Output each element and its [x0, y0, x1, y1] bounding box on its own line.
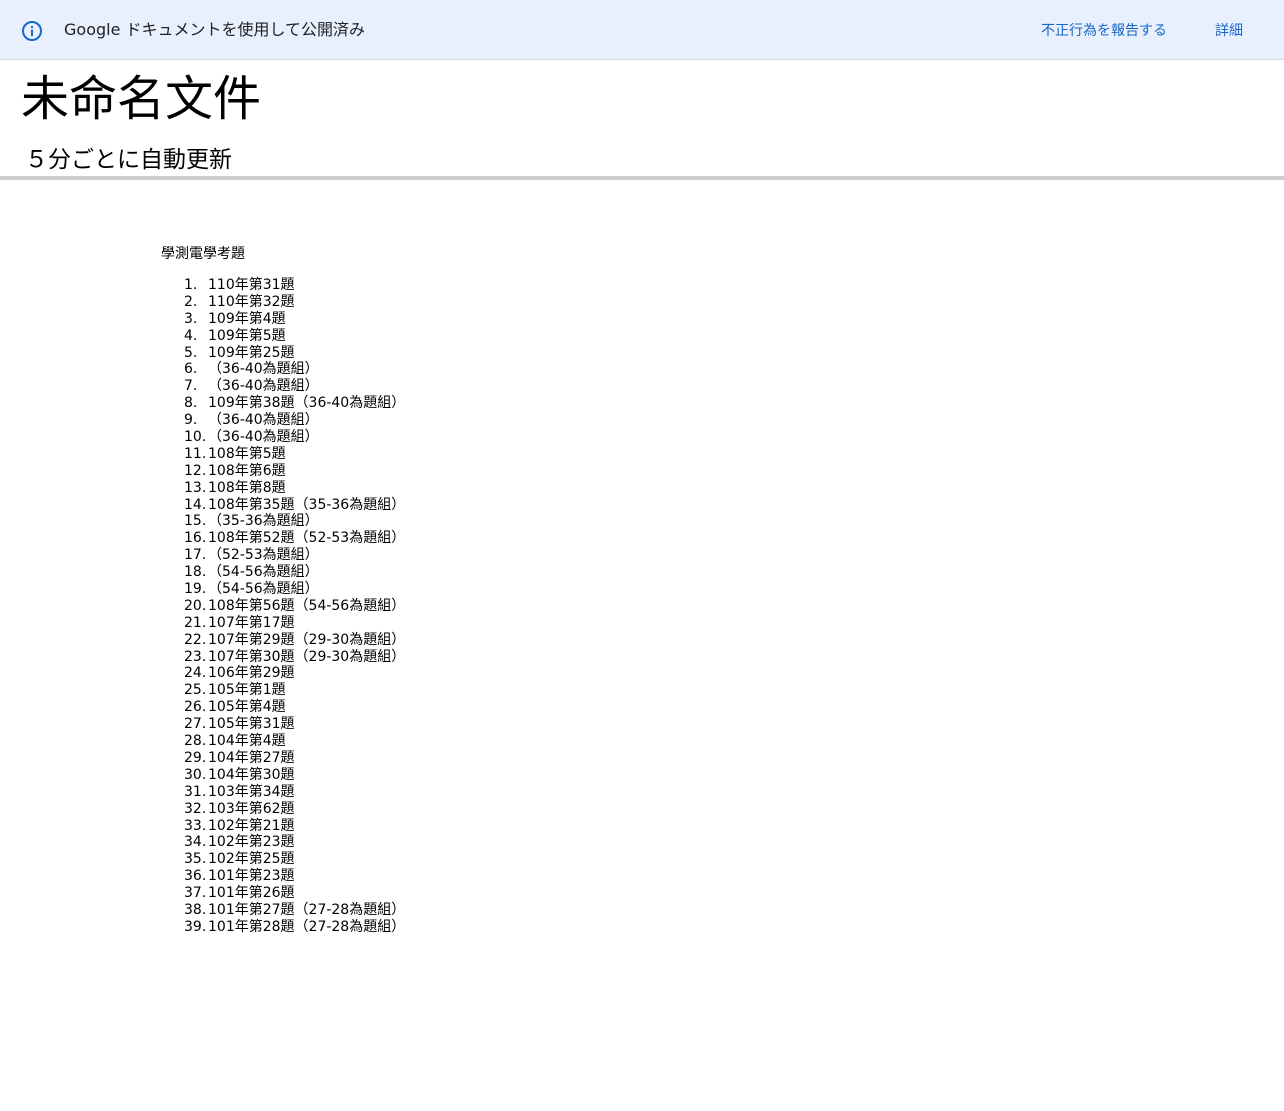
list-item-text: 109年第4題 — [208, 310, 286, 327]
list-item-number: 15. — [184, 513, 207, 530]
list-item-number: 18. — [184, 564, 207, 581]
list-item-text: 109年第38題（36-40為題組） — [208, 395, 406, 412]
header-divider — [0, 176, 1284, 180]
list-item-number: 7. — [184, 378, 198, 395]
list-item-number: 9. — [184, 412, 198, 429]
list-item-number: 24. — [184, 665, 207, 682]
list-item-number: 20. — [184, 597, 207, 614]
list-item-number: 12. — [184, 462, 207, 479]
list-item-text: 101年第23題 — [208, 868, 295, 885]
list-item-text: 106年第29題 — [208, 665, 295, 682]
list-item-text: （52-53為題組） — [208, 547, 319, 564]
list-item-number: 5. — [184, 344, 198, 361]
list-item-text: 110年第31題 — [208, 277, 295, 293]
list-item-number: 23. — [184, 648, 207, 665]
list-item-number: 13. — [184, 479, 207, 496]
list-item-number: 39. — [184, 918, 207, 935]
list-item-text: 103年第34題 — [208, 783, 295, 800]
list-item-number: 21. — [184, 614, 207, 631]
list-item-text: （36-40為題組） — [208, 378, 319, 395]
document-title: 未命名文件 — [21, 71, 262, 127]
list-item-number: 37. — [184, 885, 207, 902]
list-item-number: 1. — [184, 277, 198, 293]
published-notice: Google ドキュメントを使用して公開済み — [64, 20, 366, 39]
list-item-text: 103年第62題 — [208, 800, 295, 817]
list-item-text: 104年第4題 — [208, 733, 286, 750]
list-item-number: 16. — [184, 530, 207, 547]
list-item-text: 108年第52題（52-53為題組） — [208, 530, 406, 547]
list-item-number: 26. — [184, 699, 207, 716]
list-item-text: （54-56為題組） — [208, 581, 319, 598]
list-item-number: 35. — [184, 851, 207, 868]
list-item-number: 33. — [184, 817, 207, 834]
content-heading: 學測電學考題 — [161, 246, 245, 262]
list-item-text: 102年第25題 — [208, 851, 295, 868]
list-item-number: 31. — [184, 783, 207, 800]
list-item-text: 105年第31題 — [208, 716, 295, 733]
list-item-text: 108年第56題（54-56為題組） — [208, 597, 406, 614]
auto-update-notice: ５分ごとに自動更新 — [25, 147, 232, 173]
list-item-text: 105年第1題 — [208, 682, 286, 699]
list-item-text: 107年第17題 — [208, 614, 295, 631]
list-item-text: 102年第23題 — [208, 834, 295, 851]
list-item-text: 104年第27題 — [208, 749, 295, 766]
list-item-number: 32. — [184, 800, 207, 817]
list-item-text: （36-40為題組） — [208, 429, 319, 446]
list-item-text: 109年第25題 — [208, 344, 295, 361]
list-item-number: 14. — [184, 496, 207, 513]
list-item-number: 22. — [184, 631, 207, 648]
list-item-number: 11. — [184, 445, 207, 462]
list-item-text: 108年第8題 — [208, 479, 286, 496]
list-item-text: （35-36為題組） — [208, 513, 319, 530]
list-item-number: 27. — [184, 716, 207, 733]
list-item-number: 19. — [184, 581, 207, 598]
list-item-text: 102年第21題 — [208, 817, 295, 834]
list-item-text: 101年第28題（27-28為題組） — [208, 918, 406, 935]
list-item-number: 34. — [184, 834, 207, 851]
list-item-number: 10. — [184, 429, 207, 446]
list-item-number: 2. — [184, 293, 198, 310]
list-item-number: 28. — [184, 733, 207, 750]
list-item-number: 38. — [184, 901, 207, 918]
list-item-text: 104年第30題 — [208, 766, 295, 783]
list-item-text: 108年第6題 — [208, 462, 286, 479]
list-item-number: 29. — [184, 749, 207, 766]
list-item-text: （36-40為題組） — [208, 361, 319, 378]
list-item-number: 36. — [184, 868, 207, 885]
list-item-number: 8. — [184, 395, 198, 412]
list-item-number: 6. — [184, 361, 198, 378]
list-item-text: 107年第30題（29-30為題組） — [208, 648, 406, 665]
list-item-text: 101年第26題 — [208, 885, 295, 902]
list-item-text: 108年第5題 — [208, 445, 286, 462]
info-icon — [22, 21, 42, 41]
published-banner: Google ドキュメントを使用して公開済み 不正行為を報告する 詳細 — [0, 0, 1284, 60]
list-item-text: 108年第35題（35-36為題組） — [208, 496, 406, 513]
list-item-text: 109年第5題 — [208, 327, 286, 344]
list-item-number: 4. — [184, 327, 198, 344]
list-item-number: 30. — [184, 766, 207, 783]
list-item-text: 110年第32題 — [208, 293, 295, 310]
list-item-text: （54-56為題組） — [208, 564, 319, 581]
report-abuse-link[interactable]: 不正行為を報告する — [1041, 21, 1167, 41]
list-item-text: 105年第4題 — [208, 699, 286, 716]
list-item-text: （36-40為題組） — [208, 412, 319, 429]
list-item-number: 25. — [184, 682, 207, 699]
list-item-number: 17. — [184, 547, 207, 564]
details-link[interactable]: 詳細 — [1215, 21, 1243, 41]
list-item-text: 101年第27題（27-28為題組） — [208, 901, 406, 918]
list-item-number: 3. — [184, 310, 198, 327]
list-item-text: 107年第29題（29-30為題組） — [208, 631, 406, 648]
